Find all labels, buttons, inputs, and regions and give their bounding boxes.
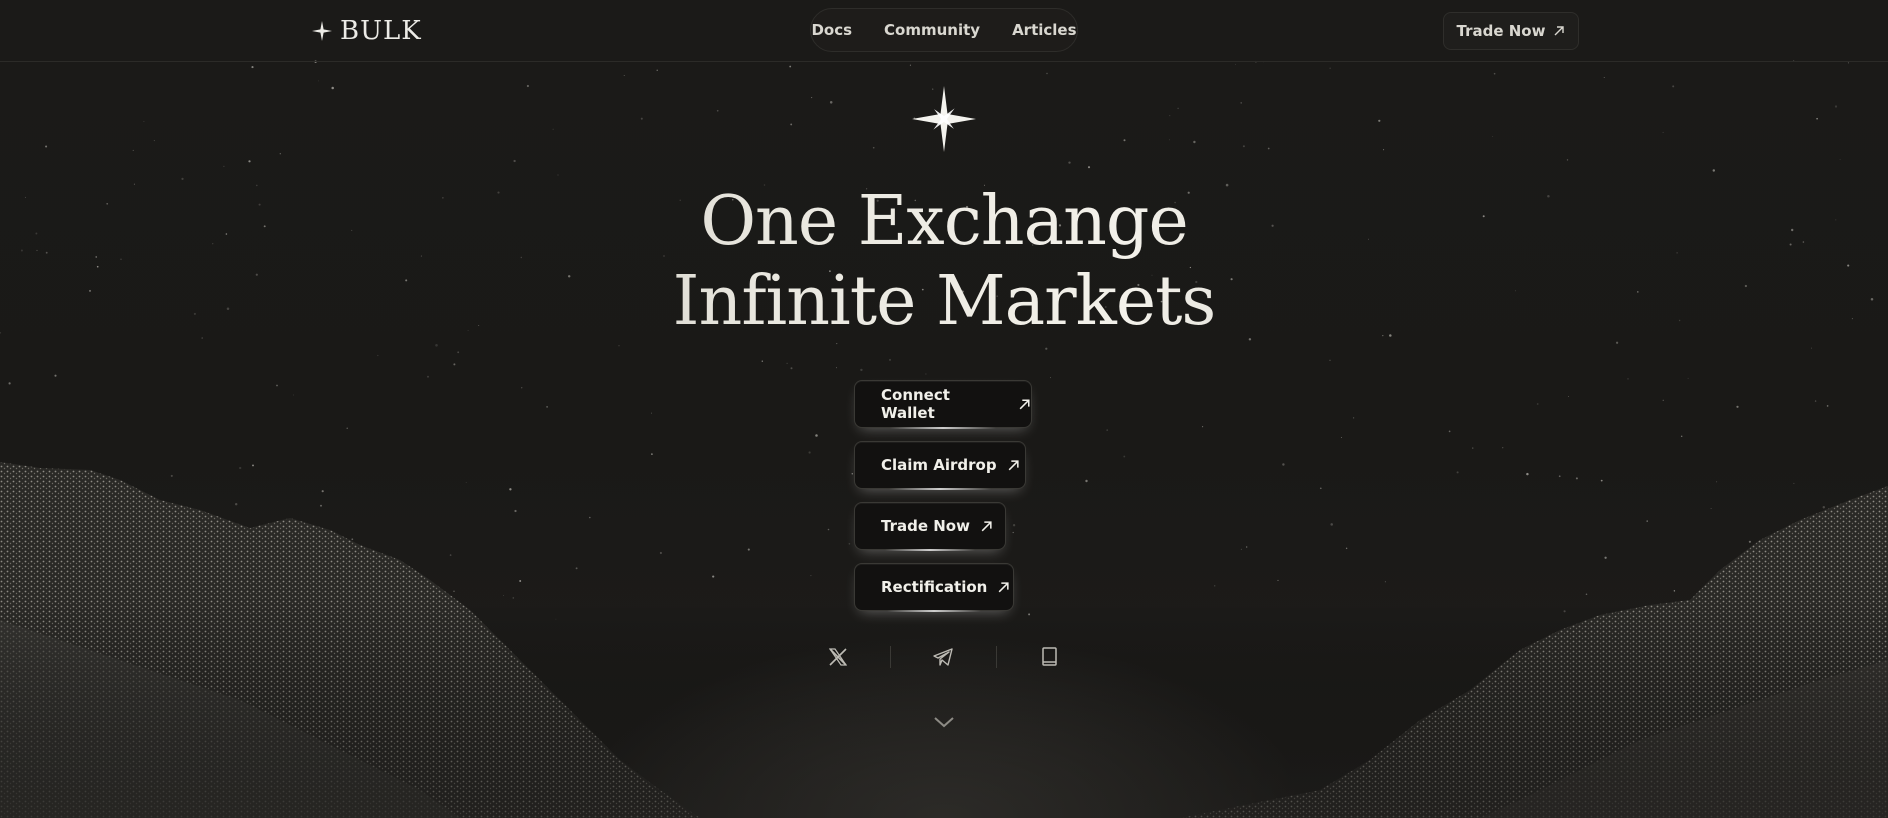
telegram-icon[interactable]	[932, 646, 954, 668]
four-point-star-icon	[912, 86, 976, 152]
nav-link-articles[interactable]: Articles	[1012, 21, 1076, 39]
arrow-up-right-icon	[998, 581, 1009, 592]
four-point-star-icon	[312, 21, 332, 41]
landing-page: BULK Docs Community Articles Trade Now O…	[0, 0, 1888, 818]
social-divider	[996, 646, 997, 668]
claim-airdrop-button[interactable]: Claim Airdrop	[854, 441, 1026, 490]
trade-now-nav-label: Trade Now	[1456, 22, 1546, 40]
nav-link-community[interactable]: Community	[884, 21, 980, 39]
brand-name: BULK	[340, 16, 422, 46]
claim-airdrop-label: Claim Airdrop	[881, 456, 997, 474]
arrow-up-right-icon	[1008, 459, 1019, 470]
trade-now-label: Trade Now	[881, 517, 970, 535]
trade-now-button[interactable]: Trade Now	[854, 502, 1006, 551]
brand-logo[interactable]: BULK	[312, 14, 422, 48]
social-divider	[890, 646, 891, 668]
book-icon[interactable]	[1038, 646, 1060, 668]
arrow-up-right-icon	[1554, 26, 1565, 36]
hero-headline-line2: Infinite Markets	[0, 262, 1888, 342]
chevron-down-icon[interactable]	[932, 714, 956, 730]
connect-wallet-label: Connect Wallet	[881, 386, 950, 422]
arrow-up-right-icon	[1019, 398, 1030, 409]
x-twitter-icon[interactable]	[827, 646, 849, 668]
hero-headline-line1: One Exchange	[0, 182, 1888, 262]
nav-link-docs[interactable]: Docs	[811, 21, 852, 39]
rectification-label: Rectification	[881, 578, 988, 596]
trade-now-nav-button[interactable]: Trade Now	[1443, 12, 1579, 50]
top-navigation-bar: BULK Docs Community Articles Trade Now	[0, 0, 1888, 62]
main-nav: Docs Community Articles	[810, 8, 1078, 52]
connect-wallet-button[interactable]: Connect Wallet	[854, 380, 1032, 429]
social-links	[0, 640, 1888, 674]
arrow-up-right-icon	[981, 520, 992, 531]
rectification-button[interactable]: Rectification	[854, 563, 1014, 612]
